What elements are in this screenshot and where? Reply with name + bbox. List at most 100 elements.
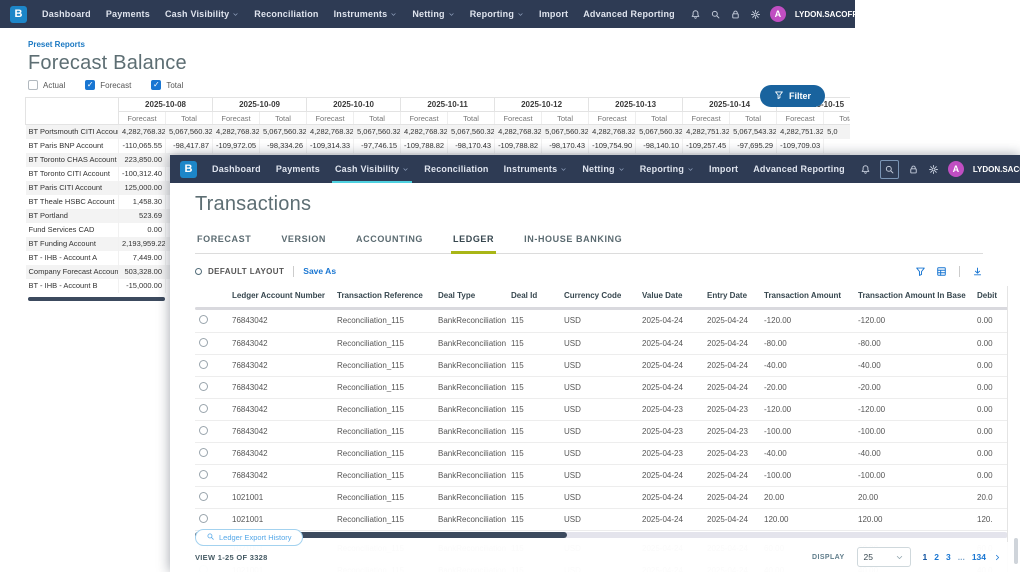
nav-item-reconciliation[interactable]: Reconciliation — [424, 155, 488, 183]
checkbox-total[interactable]: ✓Total — [151, 80, 183, 90]
cell: 115 — [507, 310, 560, 332]
lock-icon[interactable] — [730, 9, 741, 20]
tab-in-house-banking[interactable]: IN-HOUSE BANKING — [522, 228, 624, 254]
cell: 115 — [507, 376, 560, 398]
page-3[interactable]: 3 — [946, 552, 951, 562]
forecast-row[interactable]: BT Paris BNP Account-110,065.55-98,417.8… — [26, 139, 851, 153]
cell: 0.00 — [973, 442, 1008, 464]
tab-accounting[interactable]: ACCOUNTING — [354, 228, 425, 254]
row-radio[interactable] — [199, 448, 208, 457]
cell: 2025-04-23 — [703, 398, 760, 420]
nav-item-dashboard[interactable]: Dashboard — [212, 155, 261, 183]
cell: -40.00 — [760, 442, 854, 464]
table-row[interactable]: 1021001Reconciliation_115BankReconciliat… — [195, 486, 1008, 508]
search-icon[interactable] — [880, 160, 899, 179]
nav-item-instruments[interactable]: Instruments — [504, 155, 568, 183]
cell: BankReconciliation — [434, 464, 507, 486]
page-1[interactable]: 1 — [923, 552, 928, 562]
row-radio[interactable] — [199, 514, 208, 523]
next-page-icon[interactable] — [993, 553, 1002, 562]
account-name: BT Portland — [26, 209, 119, 223]
row-radio[interactable] — [199, 360, 208, 369]
nav-item-advanced-reporting[interactable]: Advanced Reporting — [753, 155, 845, 183]
avatar[interactable]: A — [770, 6, 786, 22]
row-radio[interactable] — [199, 492, 208, 501]
sub-column-header: Total — [824, 112, 850, 125]
nav-item-reporting[interactable]: Reporting — [640, 155, 694, 183]
nav-item-import[interactable]: Import — [539, 0, 568, 28]
table-row[interactable]: 1021001Reconciliation_115BankReconciliat… — [195, 508, 1008, 530]
lock-icon[interactable] — [908, 164, 919, 175]
search-icon[interactable] — [710, 9, 721, 20]
table-row[interactable]: 76843042Reconciliation_115BankReconcilia… — [195, 376, 1008, 398]
forecast-value: -110,065.55 — [119, 139, 166, 153]
nav-item-payments[interactable]: Payments — [276, 155, 320, 183]
save-as-link[interactable]: Save As — [303, 266, 336, 276]
nav-icons — [690, 9, 761, 20]
footer-right: DISPLAY 25 123...134 — [812, 547, 1002, 567]
user-name[interactable]: LYDON.SACOFF@BOTTOM... — [973, 165, 1020, 174]
page-size-select[interactable]: 25 — [857, 547, 911, 567]
nav-item-netting[interactable]: Netting — [582, 155, 624, 183]
page-134[interactable]: 134 — [972, 552, 986, 562]
layout-radio-icon[interactable] — [195, 268, 202, 275]
row-radio[interactable] — [199, 382, 208, 391]
nav-item-import[interactable]: Import — [709, 155, 738, 183]
cell: 2025-04-24 — [703, 486, 760, 508]
row-radio[interactable] — [199, 426, 208, 435]
page-2[interactable]: 2 — [934, 552, 939, 562]
row-radio[interactable] — [199, 470, 208, 479]
horizontal-scrollbar-thumb[interactable] — [28, 297, 165, 301]
tab-forecast[interactable]: FORECAST — [195, 228, 253, 254]
table-row[interactable]: 76843042Reconciliation_115BankReconcilia… — [195, 354, 1008, 376]
checkbox-actual[interactable]: Actual — [28, 80, 65, 90]
bell-icon[interactable] — [690, 9, 701, 20]
filter-icon[interactable] — [915, 266, 926, 277]
date-column-header: 2025-10-08 — [119, 98, 213, 112]
forecast-value: -98,170.43 — [448, 139, 495, 153]
cell: BankReconciliation — [434, 486, 507, 508]
grid-columns-icon[interactable] — [936, 266, 947, 277]
checkbox-forecast[interactable]: ✓Forecast — [85, 80, 131, 90]
forecast-value: 5,067,560.32 — [166, 125, 213, 139]
row-radio[interactable] — [199, 404, 208, 413]
nav-item-dashboard[interactable]: Dashboard — [42, 0, 91, 28]
row-radio[interactable] — [199, 315, 208, 324]
user-name[interactable]: LYDON.SACOFF@BOTTOM... — [795, 10, 906, 19]
vertical-scrollbar-thumb[interactable] — [1014, 538, 1018, 564]
forecast-row[interactable]: BT Portsmouth CITI Account4,282,768.325,… — [26, 125, 851, 139]
nav-item-payments[interactable]: Payments — [106, 0, 150, 28]
gear-icon[interactable] — [750, 9, 761, 20]
app-logo[interactable]: B — [180, 161, 197, 178]
table-row[interactable]: 76843042Reconciliation_115BankReconcilia… — [195, 310, 1008, 332]
nav-item-instruments[interactable]: Instruments — [334, 0, 398, 28]
table-row[interactable]: 76843042Reconciliation_115BankReconcilia… — [195, 332, 1008, 354]
cell: 20.00 — [854, 486, 973, 508]
filter-button[interactable]: Filter — [760, 85, 825, 107]
table-row[interactable]: 76843042Reconciliation_115BankReconcilia… — [195, 420, 1008, 442]
gear-icon[interactable] — [928, 164, 939, 175]
forecast-value: 4,282,768.32 — [401, 125, 448, 139]
avatar[interactable]: A — [948, 161, 964, 177]
table-row[interactable]: 76843042Reconciliation_115BankReconcilia… — [195, 442, 1008, 464]
checkbox-icon — [28, 80, 38, 90]
nav-item-netting[interactable]: Netting — [412, 0, 454, 28]
breadcrumb[interactable]: Preset Reports — [28, 40, 855, 49]
nav-item-advanced-reporting[interactable]: Advanced Reporting — [583, 0, 675, 28]
tab-ledger[interactable]: LEDGER — [451, 228, 496, 254]
nav-item-reconciliation[interactable]: Reconciliation — [254, 0, 318, 28]
table-row[interactable]: 76843042Reconciliation_115BankReconcilia… — [195, 464, 1008, 486]
nav-item-reporting[interactable]: Reporting — [470, 0, 524, 28]
row-radio[interactable] — [199, 338, 208, 347]
ledger-export-history-button[interactable]: Ledger Export History — [195, 529, 303, 546]
table-row[interactable]: 76843042Reconciliation_115BankReconcilia… — [195, 398, 1008, 420]
forecast-value: 5,067,543.32 — [730, 125, 777, 139]
bell-icon[interactable] — [860, 164, 871, 175]
tab-version[interactable]: VERSION — [279, 228, 328, 254]
nav-item-cash-visibility[interactable]: Cash Visibility — [165, 0, 239, 28]
transactions-table-wrap: Ledger Account NumberTransaction Referen… — [195, 286, 1008, 572]
nav-item-cash-visibility[interactable]: Cash Visibility — [335, 155, 409, 183]
app-logo[interactable]: B — [10, 6, 27, 23]
download-icon[interactable] — [972, 266, 983, 277]
cell: -100.00 — [760, 420, 854, 442]
